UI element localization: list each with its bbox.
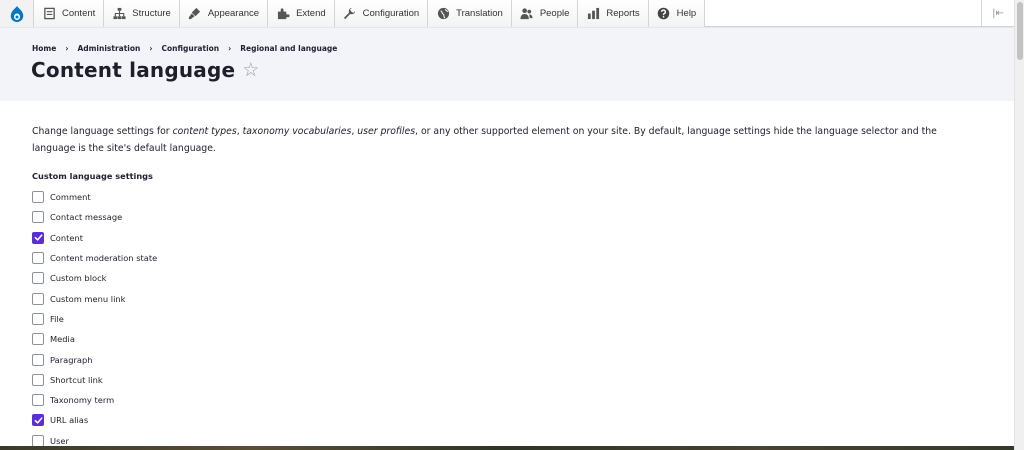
translation-icon: [436, 7, 450, 21]
checkbox[interactable]: [32, 394, 44, 407]
checkbox[interactable]: [32, 434, 44, 447]
toolbar-configuration[interactable]: Configuration: [334, 0, 429, 27]
reports-icon: [586, 7, 600, 21]
breadcrumb-regional-and-language[interactable]: Regional and language: [240, 44, 337, 53]
checkbox[interactable]: [32, 292, 44, 305]
breadcrumb-home[interactable]: Home: [32, 44, 56, 53]
checkbox-label[interactable]: Media: [50, 334, 75, 344]
breadcrumb-configuration[interactable]: Configuration: [161, 44, 219, 53]
help-icon: [657, 7, 671, 21]
checkbox-label[interactable]: Content moderation state: [50, 253, 157, 263]
appearance-icon: [188, 7, 202, 21]
extend-icon: [276, 7, 290, 21]
checkbox-row[interactable]: Taxonomy term: [32, 390, 157, 410]
checkbox[interactable]: [32, 252, 44, 265]
checkbox-label[interactable]: File: [50, 314, 64, 324]
checkbox-row[interactable]: Custom menu link: [32, 288, 157, 308]
checkbox-row[interactable]: Media: [32, 329, 157, 349]
title-row: Content language ☆: [31, 58, 259, 82]
toolbar-reports[interactable]: Reports: [578, 0, 649, 27]
bottom-edge-strip: [0, 446, 1014, 450]
toolbar-label: Translation: [456, 8, 503, 19]
checkbox[interactable]: [32, 333, 44, 346]
custom-language-settings-label: Custom language settings: [32, 171, 153, 181]
toolbar-appearance[interactable]: Appearance: [179, 0, 269, 27]
checkbox-label[interactable]: User: [50, 436, 69, 446]
checkbox[interactable]: [32, 272, 44, 285]
content-icon: [42, 7, 56, 21]
toolbar-label: Help: [676, 8, 697, 19]
admin-toolbar: Content Structure Appearance Extend Conf…: [0, 0, 1014, 27]
description-emphasis: taxonomy vocabularies: [242, 126, 352, 137]
toolbar-label: Configuration: [362, 8, 420, 19]
checkbox-label[interactable]: Paragraph: [50, 355, 93, 365]
description-text: Change language settings for: [32, 126, 173, 137]
toolbar-label: People: [539, 8, 570, 19]
language-settings-checkbox-list: Comment Contact message Content Content mod…: [32, 187, 157, 450]
people-icon: [520, 7, 534, 21]
checkbox-label[interactable]: Shortcut link: [50, 375, 103, 385]
checkbox-row[interactable]: File: [32, 309, 157, 329]
breadcrumb-separator: ›: [228, 44, 232, 53]
checkbox-label[interactable]: Taxonomy term: [50, 395, 114, 405]
toolbar-extend[interactable]: Extend: [268, 0, 335, 27]
checkbox[interactable]: [32, 191, 44, 204]
structure-icon: [112, 7, 126, 21]
breadcrumb: Home › Administration › Configuration › …: [32, 44, 337, 53]
checkbox-row[interactable]: Paragraph: [32, 349, 157, 369]
drupal-logo-button[interactable]: [0, 0, 34, 27]
checkbox[interactable]: [32, 373, 44, 386]
configuration-icon: [343, 7, 357, 21]
toolbar-help[interactable]: Help: [648, 0, 706, 27]
toolbar-people[interactable]: People: [511, 0, 579, 27]
drupal-drop-icon: [10, 5, 23, 22]
checkbox-row[interactable]: URL alias: [32, 410, 157, 430]
checkbox[interactable]: [32, 231, 44, 244]
checkbox-label[interactable]: Comment: [50, 192, 91, 202]
checkbox-label[interactable]: URL alias: [50, 415, 88, 425]
page-description: Change language settings for content typ…: [32, 123, 982, 157]
checkbox-row[interactable]: Content moderation state: [32, 248, 157, 268]
checkbox[interactable]: [32, 211, 44, 224]
checkbox-row[interactable]: Custom block: [32, 268, 157, 288]
checkbox-label[interactable]: Contact message: [50, 212, 122, 222]
toolbar-label: Content: [62, 8, 96, 19]
toolbar-spacer: [705, 0, 982, 26]
checkbox-label[interactable]: Content: [50, 233, 83, 243]
checkbox-label[interactable]: Custom block: [50, 273, 106, 283]
page-title: Content language: [31, 58, 236, 82]
checkbox-row[interactable]: Comment: [32, 187, 157, 207]
checkbox[interactable]: [32, 414, 44, 427]
description-emphasis: content types: [172, 126, 237, 137]
toolbar-label: Structure: [132, 8, 171, 19]
checkbox-row[interactable]: Contact message: [32, 207, 157, 227]
toolbar-collapse-button[interactable]: |⇤: [982, 0, 1014, 26]
scrollbar-thumb[interactable]: [1017, 2, 1023, 60]
toolbar-label: Appearance: [207, 8, 260, 19]
toolbar-content[interactable]: Content: [34, 0, 105, 27]
shortcut-star-icon[interactable]: ☆: [242, 60, 259, 80]
breadcrumb-separator: ›: [149, 44, 153, 53]
toolbar-label: Extend: [296, 8, 326, 19]
checkbox[interactable]: [32, 312, 44, 325]
checkbox-label[interactable]: Custom menu link: [50, 294, 125, 304]
description-emphasis: user profiles: [357, 126, 416, 137]
checkbox[interactable]: [32, 353, 44, 366]
vertical-scrollbar[interactable]: [1014, 0, 1024, 450]
checkbox-row[interactable]: Content: [32, 228, 157, 248]
checkbox-row[interactable]: Shortcut link: [32, 370, 157, 390]
toolbar-structure[interactable]: Structure: [104, 0, 180, 27]
toolbar-label: Reports: [606, 8, 640, 19]
breadcrumb-administration[interactable]: Administration: [77, 44, 140, 53]
collapse-icon: |⇤: [992, 7, 1004, 19]
breadcrumb-separator: ›: [65, 44, 69, 53]
toolbar-translation[interactable]: Translation: [428, 0, 512, 27]
